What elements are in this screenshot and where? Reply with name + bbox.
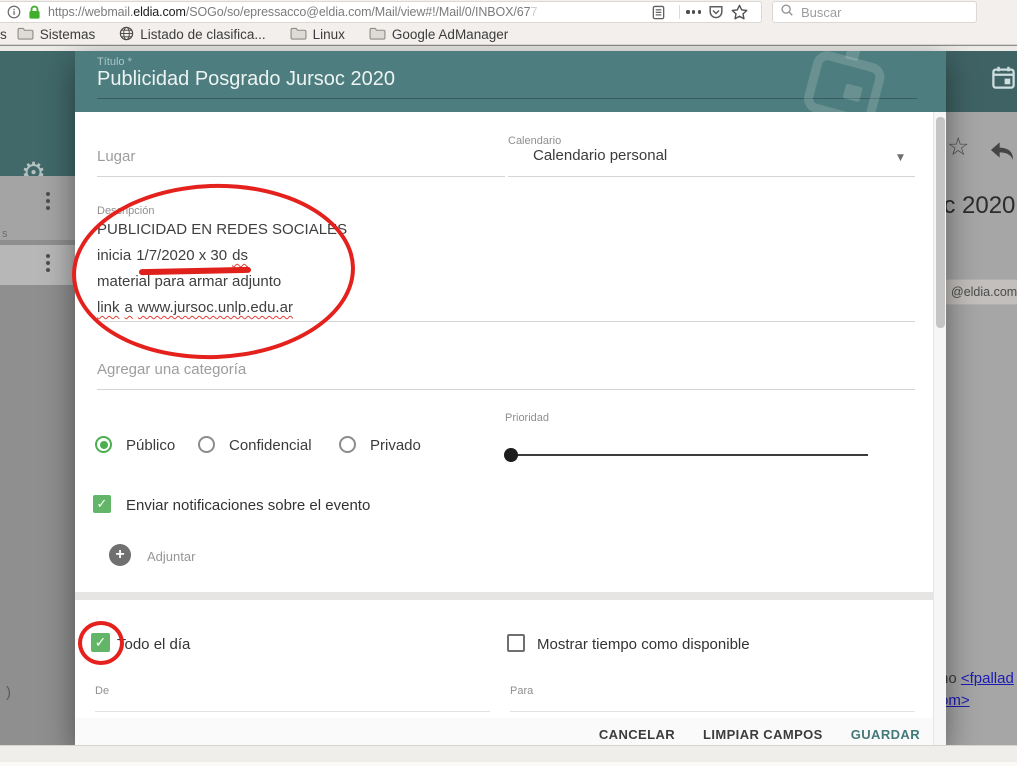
dialog-scrollbar-thumb[interactable] bbox=[936, 117, 945, 328]
mostrar-tiempo-label: Mostrar tiempo como disponible bbox=[537, 636, 750, 653]
pocket-icon[interactable] bbox=[708, 4, 724, 20]
reply-icon[interactable] bbox=[988, 138, 1016, 167]
bookmark-listado[interactable]: Listado de clasifica... bbox=[119, 26, 265, 44]
page-bottom-strip bbox=[0, 745, 1017, 766]
screen: https://webmail.eldia.com/SOGo/so/epress… bbox=[0, 0, 1017, 766]
prioridad-slider-track[interactable] bbox=[506, 454, 868, 456]
section-divider bbox=[75, 592, 933, 600]
bookmark-star-icon[interactable] bbox=[731, 4, 748, 21]
event-editor-dialog: Título * Publicidad Posgrado Jursoc 2020… bbox=[75, 51, 946, 745]
flag-star-icon[interactable]: ☆ bbox=[947, 134, 969, 159]
url-bar[interactable]: https://webmail.eldia.com/SOGo/so/epress… bbox=[0, 1, 762, 23]
kebab-menu-icon[interactable] bbox=[46, 192, 50, 210]
https-lock-icon[interactable] bbox=[28, 5, 41, 20]
chevron-down-icon[interactable]: ▼ bbox=[897, 153, 904, 163]
categoria-input[interactable]: Agregar una categoría bbox=[97, 361, 246, 378]
mostrar-tiempo-checkbox[interactable] bbox=[507, 634, 525, 652]
radio-publico[interactable] bbox=[95, 436, 112, 453]
reader-mode-icon[interactable] bbox=[651, 5, 666, 20]
notificaciones-label: Enviar notificaciones sobre el evento bbox=[126, 497, 370, 514]
radio-privado[interactable] bbox=[339, 436, 356, 453]
folder-icon bbox=[369, 27, 386, 43]
bookmark-cut[interactable]: s bbox=[0, 27, 7, 42]
adjuntar-label[interactable]: Adjuntar bbox=[147, 549, 195, 564]
prioridad-slider-thumb[interactable] bbox=[504, 448, 518, 462]
page-info-icon[interactable] bbox=[7, 5, 21, 19]
guardar-button[interactable]: GUARDAR bbox=[851, 727, 920, 742]
bookmarks-bar: s Sistemas Listado de clasifica... Linux… bbox=[0, 24, 1017, 45]
search-placeholder: Buscar bbox=[801, 5, 841, 20]
sender-chip: @eldia.com bbox=[936, 279, 1017, 305]
title-field-label: Título * bbox=[97, 56, 132, 68]
kebab-menu-icon[interactable] bbox=[46, 254, 50, 272]
app-message-view-dimmed: ☆ oc 2020 @eldia.com no <fpallad om> bbox=[946, 112, 1017, 745]
para-label: Para bbox=[510, 685, 533, 697]
radio-confidencial[interactable] bbox=[198, 436, 215, 453]
annotation-red-circle bbox=[78, 621, 124, 665]
prioridad-label: Prioridad bbox=[505, 412, 549, 424]
folder-icon bbox=[290, 27, 307, 43]
search-icon bbox=[780, 3, 794, 22]
radio-publico-label: Público bbox=[126, 437, 175, 454]
adjuntar-plus-icon[interactable]: + bbox=[109, 544, 131, 566]
quoted-text: no <fpallad om> bbox=[940, 668, 1014, 712]
page-actions-icon[interactable] bbox=[686, 10, 701, 13]
email-link[interactable]: <fpallad bbox=[961, 670, 1014, 687]
appointment-watermark-icon bbox=[787, 51, 903, 112]
app-sidebar-header-dimmed: ⚙ bbox=[0, 51, 75, 176]
todo-el-dia-label: Todo el día bbox=[117, 636, 190, 653]
bookmark-linux[interactable]: Linux bbox=[290, 27, 345, 43]
mail-body-fragment: ) bbox=[6, 684, 11, 701]
mail-list-row[interactable] bbox=[0, 176, 75, 240]
lugar-input[interactable]: Lugar bbox=[97, 148, 135, 165]
de-label: De bbox=[95, 685, 109, 697]
notificaciones-checkbox[interactable]: ✓ bbox=[93, 495, 111, 513]
globe-icon bbox=[119, 26, 134, 44]
bookmark-sistemas[interactable]: Sistemas bbox=[17, 27, 96, 43]
toolbar-divider bbox=[679, 5, 680, 19]
calendario-underline bbox=[508, 176, 915, 177]
calendario-label: Calendario bbox=[508, 135, 561, 147]
categoria-underline bbox=[97, 389, 915, 390]
radio-confidencial-label: Confidencial bbox=[229, 437, 312, 454]
mail-list-text-fragment: s bbox=[2, 228, 8, 240]
browser-toolbar: https://webmail.eldia.com/SOGo/so/epress… bbox=[0, 0, 1017, 45]
bookmark-admanager[interactable]: Google AdManager bbox=[369, 27, 508, 43]
url-text: https://webmail.eldia.com/SOGo/so/epress… bbox=[48, 5, 651, 19]
radio-privado-label: Privado bbox=[370, 437, 421, 454]
app-mail-list-dimmed: s ) bbox=[0, 176, 75, 745]
folder-icon bbox=[17, 27, 34, 43]
dialog-scrollbar-track[interactable] bbox=[933, 112, 946, 745]
de-underline bbox=[95, 711, 490, 712]
limpiar-campos-button[interactable]: LIMPIAR CAMPOS bbox=[703, 727, 823, 742]
lugar-underline bbox=[97, 176, 505, 177]
mail-list-row-selected[interactable] bbox=[0, 245, 75, 285]
dialog-header: Título * Publicidad Posgrado Jursoc 2020 bbox=[75, 51, 946, 112]
title-input[interactable]: Publicidad Posgrado Jursoc 2020 bbox=[97, 68, 395, 91]
calendario-select[interactable]: Calendario personal bbox=[533, 147, 667, 164]
para-underline bbox=[510, 711, 915, 712]
search-input[interactable]: Buscar bbox=[772, 1, 977, 23]
calendar-icon[interactable] bbox=[990, 64, 1017, 96]
app-toolbar-dimmed bbox=[946, 51, 1017, 112]
cancelar-button[interactable]: CANCELAR bbox=[599, 727, 675, 742]
